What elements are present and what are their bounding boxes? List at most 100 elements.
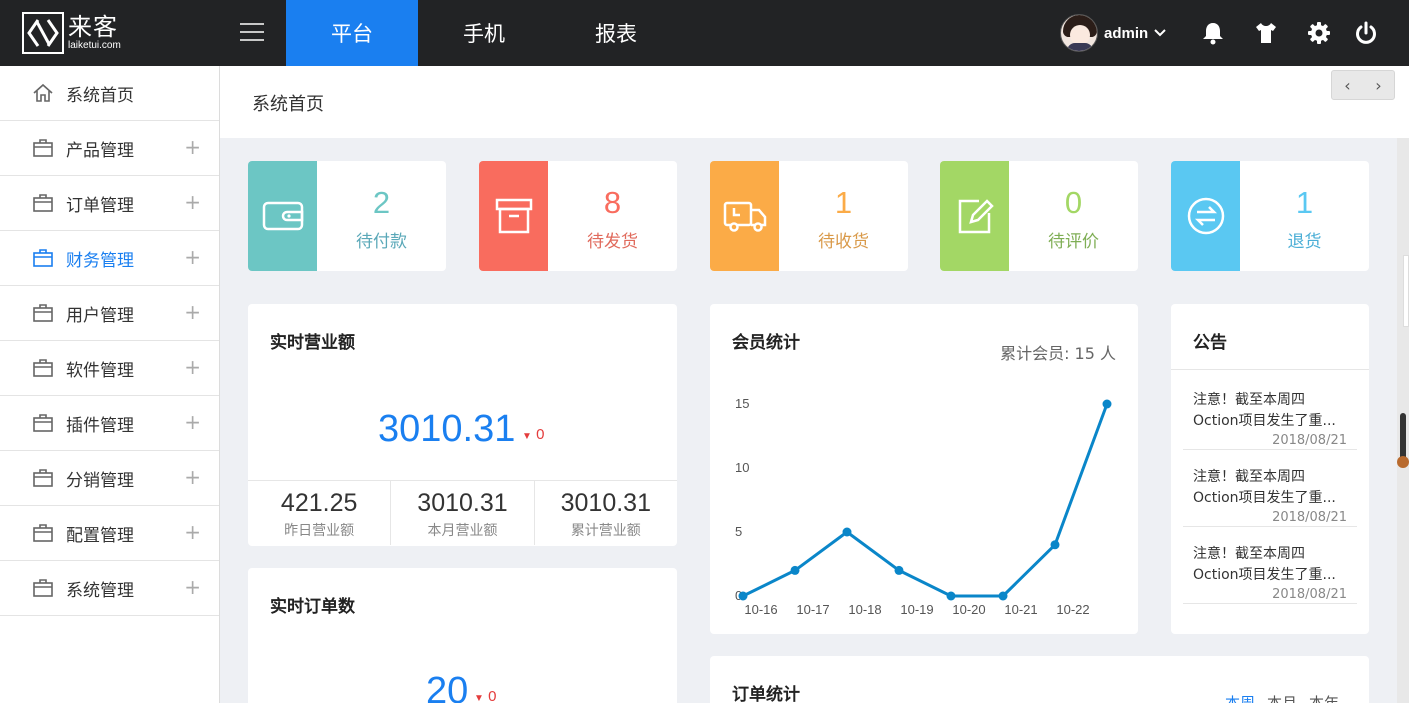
y-tick-label: 15 — [735, 396, 749, 411]
sidebar-item-finance[interactable]: 财务管理 + — [0, 231, 219, 286]
revenue-month: 3010.31 本月营业额 — [391, 481, 535, 545]
username: admin — [1104, 24, 1149, 42]
notice-date: 2018/08/21 — [1272, 510, 1347, 525]
tab-year[interactable]: 本年 — [1309, 692, 1339, 703]
stat-label: 待评价 — [1048, 232, 1099, 252]
notice-title: 公告 — [1193, 333, 1227, 353]
nav-tab-mobile[interactable]: 手机 — [418, 0, 550, 66]
user-menu[interactable]: admin — [1060, 14, 1166, 52]
brand-logo[interactable]: 来客 laiketui.com — [22, 12, 121, 54]
caret-down-icon: ▼ — [522, 431, 532, 442]
tab-week[interactable]: 本周 — [1225, 692, 1255, 703]
brand-name: 来客 — [68, 13, 118, 41]
x-tick-label: 10-17 — [796, 602, 829, 617]
stat-card-pending-receipt[interactable]: 1 待收货 — [710, 161, 908, 271]
sidebar-item-plugins[interactable]: 插件管理 + — [0, 396, 219, 451]
sidebar-item-label: 插件管理 — [66, 415, 134, 436]
scroll-indicator-dot — [1397, 456, 1409, 468]
stat-card-returns[interactable]: 1 退货 — [1171, 161, 1369, 271]
sidebar-item-label: 分销管理 — [66, 470, 134, 491]
stat-label: 待付款 — [356, 232, 407, 252]
breadcrumb-bar: 系统首页 ‹ › — [220, 66, 1409, 138]
sidebar-item-orders[interactable]: 订单管理 + — [0, 176, 219, 231]
data-point[interactable] — [894, 565, 904, 575]
chevron-right-icon[interactable]: › — [1363, 71, 1394, 99]
briefcase-icon — [32, 357, 54, 379]
avatar — [1060, 14, 1098, 52]
side-edge-tab[interactable] — [1403, 255, 1409, 327]
revenue-item-value: 3010.31 — [417, 489, 508, 517]
menu-toggle-icon[interactable] — [240, 23, 264, 43]
page-scrollbar[interactable] — [1397, 138, 1409, 703]
sidebar-item-software[interactable]: 软件管理 + — [0, 341, 219, 396]
expand-plus-icon[interactable]: + — [184, 467, 201, 487]
notice-item[interactable]: 注意！截至本周四 Oction项目发生了重... 2018/08/21 — [1183, 544, 1357, 604]
briefcase-icon — [32, 137, 54, 159]
delivery-truck-icon — [710, 161, 779, 271]
revenue-item-value: 421.25 — [280, 489, 358, 517]
revenue-value: 3010.31 — [378, 408, 516, 450]
breadcrumb: 系统首页 — [252, 94, 324, 115]
stat-value: 1 — [834, 185, 853, 220]
stat-value: 8 — [603, 185, 622, 220]
sidebar-item-home[interactable]: 系统首页 — [0, 66, 219, 121]
y-tick-label: 5 — [735, 524, 742, 539]
data-point[interactable] — [842, 527, 852, 537]
sidebar-item-products[interactable]: 产品管理 + — [0, 121, 219, 176]
sidebar-item-system[interactable]: 系统管理 + — [0, 561, 219, 616]
expand-plus-icon[interactable]: + — [184, 302, 201, 322]
expand-plus-icon[interactable]: + — [184, 192, 201, 212]
stat-card-pending-payment[interactable]: 2 待付款 — [248, 161, 446, 271]
expand-plus-icon[interactable]: + — [184, 247, 201, 267]
expand-plus-icon[interactable]: + — [184, 522, 201, 542]
revenue-delta-value: 0 — [536, 426, 545, 443]
power-icon[interactable] — [1353, 20, 1379, 46]
expand-plus-icon[interactable]: + — [184, 577, 201, 597]
tshirt-icon[interactable] — [1253, 20, 1279, 46]
stat-card-pending-review[interactable]: 0 待评价 — [940, 161, 1138, 271]
member-line-chart: 05101510-1610-1710-1810-1910-2010-2110-2… — [735, 396, 1112, 617]
return-exchange-icon — [1171, 161, 1240, 271]
main-nav: 平台 手机 报表 — [286, 0, 682, 66]
expand-plus-icon[interactable]: + — [184, 412, 201, 432]
data-point[interactable] — [946, 591, 956, 601]
revenue-item-label: 昨日营业额 — [284, 523, 355, 539]
notice-item[interactable]: 注意！截至本周四 Oction项目发生了重... 2018/08/21 — [1183, 467, 1357, 527]
notice-line: 注意！截至本周四 — [1193, 469, 1305, 485]
notice-line: 注意！截至本周四 — [1193, 392, 1305, 408]
x-tick-label: 10-19 — [900, 602, 933, 617]
tab-month[interactable]: 本月 — [1267, 692, 1297, 703]
stat-label: 退货 — [1287, 232, 1322, 252]
caret-down-icon: ▼ — [474, 693, 484, 703]
sidebar-item-users[interactable]: 用户管理 + — [0, 286, 219, 341]
bell-icon[interactable] — [1200, 20, 1226, 46]
data-point[interactable] — [790, 565, 800, 575]
orders-realtime-card: 实时订单数 20 ▼ 0 — [248, 568, 677, 703]
revenue-title: 实时营业额 — [270, 333, 355, 353]
logo-mark-icon — [22, 12, 64, 54]
data-point[interactable] — [738, 591, 748, 601]
expand-plus-icon[interactable]: + — [184, 137, 201, 157]
chevron-left-icon[interactable]: ‹ — [1332, 71, 1363, 99]
gear-icon[interactable] — [1306, 20, 1332, 46]
nav-tab-platform[interactable]: 平台 — [286, 0, 418, 66]
sidebar-item-label: 订单管理 — [66, 195, 134, 216]
notice-header: 公告 — [1171, 304, 1369, 370]
data-point[interactable] — [998, 591, 1008, 601]
orders-realtime-value: 20 — [426, 670, 469, 703]
expand-plus-icon[interactable]: + — [184, 357, 201, 377]
data-point[interactable] — [1050, 540, 1060, 550]
briefcase-icon — [32, 577, 54, 599]
data-point[interactable] — [1102, 399, 1112, 409]
x-tick-label: 10-16 — [744, 602, 777, 617]
sidebar-item-label: 软件管理 — [66, 360, 134, 381]
nav-tab-reports[interactable]: 报表 — [550, 0, 682, 66]
briefcase-icon — [32, 302, 54, 324]
sidebar-item-distribution[interactable]: 分销管理 + — [0, 451, 219, 506]
sidebar-item-label: 系统首页 — [66, 85, 134, 106]
sidebar-item-config[interactable]: 配置管理 + — [0, 506, 219, 561]
revenue-yesterday: 421.25 昨日营业额 — [248, 481, 392, 545]
stat-label: 待收货 — [818, 232, 869, 252]
stat-card-pending-shipment[interactable]: 8 待发货 — [479, 161, 677, 271]
notice-item[interactable]: 注意！截至本周四 Oction项目发生了重... 2018/08/21 — [1183, 390, 1357, 450]
